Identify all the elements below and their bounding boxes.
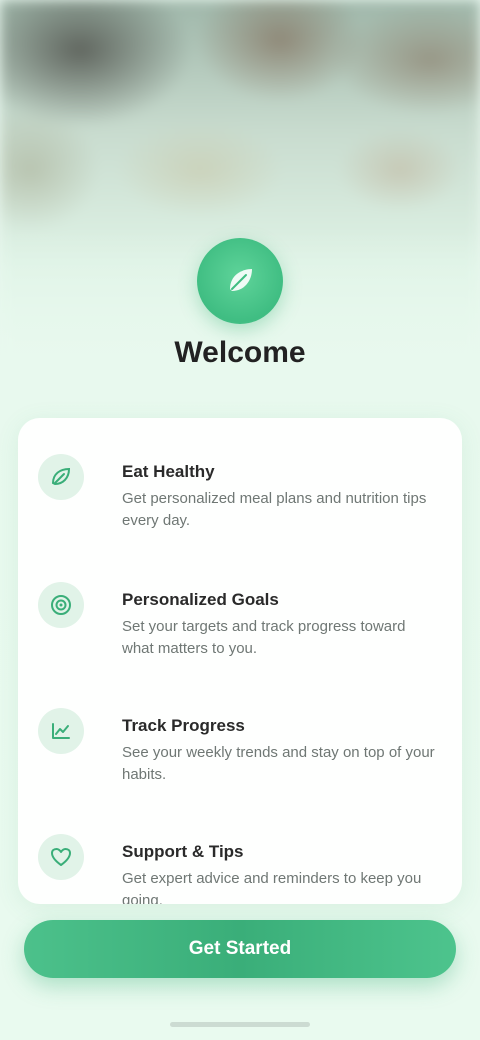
app-logo	[197, 238, 283, 324]
feature-title: Eat Healthy	[122, 462, 215, 481]
heart-icon	[38, 834, 84, 880]
leaf-logo-icon	[230, 269, 252, 291]
feature-description: Set your targets and track progress towa…	[122, 618, 406, 657]
page-title: Welcome	[174, 336, 306, 369]
home-indicator	[170, 1022, 310, 1027]
leaf-icon	[38, 454, 84, 500]
feature-item-personalized-goals: Personalized Goals Set your targets and …	[18, 564, 462, 674]
feature-title: Track Progress	[122, 716, 245, 735]
feature-item-eat-healthy: Eat Healthy Get personalized meal plans …	[18, 436, 462, 546]
feature-description: Get expert advice and reminders to keep …	[122, 870, 422, 904]
feature-title: Support & Tips	[122, 842, 244, 861]
get-started-button[interactable]: Get Started	[24, 920, 456, 978]
feature-item-support-tips: Support & Tips Get expert advice and rem…	[18, 816, 462, 904]
feature-item-track-progress: Track Progress See your weekly trends an…	[18, 690, 462, 800]
target-icon	[38, 582, 84, 628]
feature-description: Get personalized meal plans and nutritio…	[122, 490, 427, 529]
feature-description: See your weekly trends and stay on top o…	[122, 744, 435, 783]
feature-title: Personalized Goals	[122, 590, 279, 609]
features-card: Eat Healthy Get personalized meal plans …	[18, 418, 462, 904]
chart-icon	[38, 708, 84, 754]
